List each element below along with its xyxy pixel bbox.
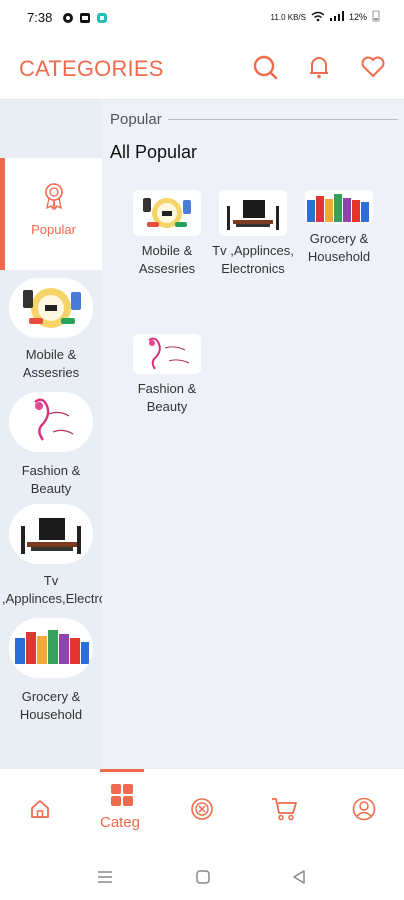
tile-mobile-accessories[interactable]: Mobile & Assesries [122, 190, 212, 278]
gallery-icon [79, 11, 91, 23]
sidebar-item-label: Tv ,Applinces,Electronics [2, 573, 130, 606]
fashion-beauty-image [9, 392, 93, 452]
menu-icon[interactable] [96, 868, 114, 886]
system-nav-bar [0, 852, 404, 900]
grocery-household-image [9, 618, 93, 678]
tile-label: Mobile & Assesries [138, 243, 196, 276]
nav-categories[interactable]: Categ [92, 769, 152, 853]
grid-icon [109, 782, 135, 808]
section-header: Popular [110, 111, 398, 128]
tv-appliances-image [9, 504, 93, 564]
sidebar-item-popular[interactable]: Popular [0, 158, 102, 270]
profile-icon [351, 796, 377, 822]
nav-label: Categ [100, 814, 141, 831]
app-bar: CATEGORIES [0, 36, 404, 100]
tile-grocery-household[interactable]: Grocery & Household [294, 190, 384, 266]
notification-icon [62, 11, 74, 23]
sidebar-item-grocery[interactable]: Grocery & Household [0, 618, 102, 728]
wifi-icon [311, 11, 325, 24]
page-title: CATEGORIES [19, 56, 164, 81]
status-time: 7:38 [27, 10, 53, 25]
status-bar: 7:38 11.0 KB/S 12% [0, 0, 404, 36]
app-badge-icon [96, 11, 108, 23]
search-icon[interactable] [252, 54, 278, 80]
deals-icon [189, 796, 215, 822]
battery-icon [372, 10, 380, 24]
signal-icon [329, 11, 344, 23]
tile-label: Tv ,Applinces, Electronics [212, 243, 294, 276]
nav-cart[interactable] [254, 769, 314, 853]
nav-deals[interactable] [172, 769, 232, 853]
bell-icon[interactable] [306, 54, 332, 80]
tv-appliances-image [219, 190, 287, 236]
sidebar-item-tv[interactable]: Tv ,Applinces,Electronics [0, 504, 130, 616]
sidebar-item-mobile[interactable]: Mobile & Assesries [0, 278, 102, 388]
back-triangle-icon[interactable] [290, 868, 308, 886]
nav-home[interactable] [10, 769, 70, 853]
home-icon [27, 796, 53, 822]
tile-label: Fashion & Beauty [137, 381, 197, 414]
battery-percent: 12% [348, 12, 367, 22]
home-square-icon[interactable] [194, 868, 212, 886]
tile-fashion-beauty[interactable]: Fashion & Beauty [122, 334, 212, 416]
all-popular-title: All Popular [110, 142, 198, 162]
tile-tv-appliances[interactable]: Tv ,Applinces, Electronics [208, 190, 298, 278]
sidebar-item-label: Mobile & Assesries [22, 347, 80, 380]
sidebar-item-label: Fashion & Beauty [21, 463, 81, 496]
mobile-accessories-image [133, 190, 201, 236]
cart-icon [271, 796, 297, 822]
heart-icon[interactable] [360, 54, 386, 80]
network-speed: 11.0 KB/S [270, 12, 306, 22]
sidebar-item-label: Popular [31, 222, 76, 237]
section-divider [167, 119, 398, 120]
ribbon-icon [43, 182, 65, 215]
category-content: Popular All Popular Mobile & Assesries T… [102, 100, 404, 768]
bottom-nav: Categ [0, 768, 404, 852]
nav-profile[interactable] [334, 769, 394, 853]
sidebar-item-label: Grocery & Household [19, 689, 83, 722]
tile-label: Grocery & Household [307, 231, 371, 264]
fashion-beauty-image [133, 334, 201, 374]
section-label: Popular [110, 111, 162, 128]
mobile-accessories-image [9, 278, 93, 338]
sidebar-item-fashion[interactable]: Fashion & Beauty [0, 392, 102, 500]
grocery-household-image [305, 190, 373, 224]
active-indicator [100, 769, 144, 772]
category-sidebar: Popular Mobile & Assesries Fashion & Bea… [0, 100, 130, 768]
